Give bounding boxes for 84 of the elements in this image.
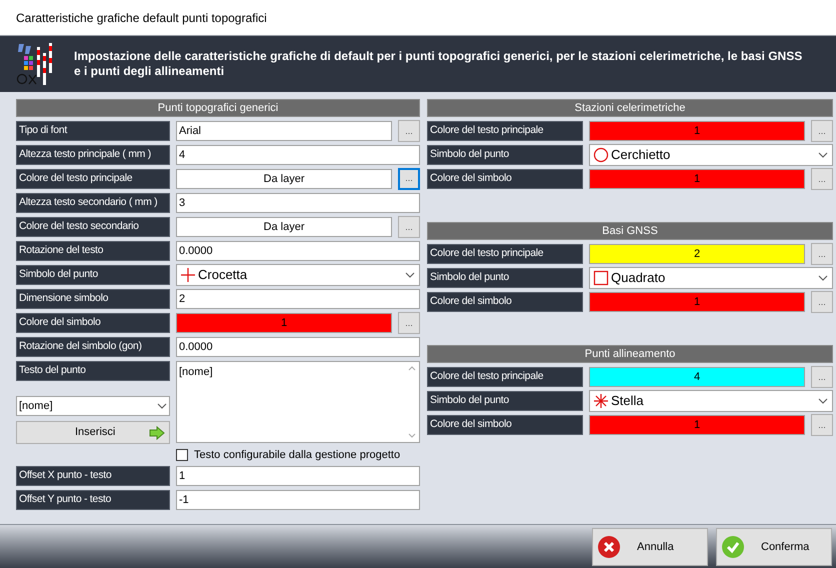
checkbox[interactable] [176, 449, 188, 461]
color-field[interactable]: 1 [589, 169, 805, 189]
browse-button[interactable]: ... [398, 216, 420, 238]
scroll-up-icon[interactable] [408, 366, 416, 371]
symbol-dropdown[interactable]: Stella [589, 390, 833, 412]
field-label: Simbolo del punto [427, 145, 583, 165]
chevron-down-icon [157, 403, 167, 409]
color-field[interactable]: 1 [589, 415, 805, 435]
field-label: Colore del testo principale [427, 244, 583, 264]
input-field[interactable]: 0.0000 [176, 337, 420, 357]
color-field[interactable]: 1 [589, 121, 805, 141]
field-label: Colore del testo secondario [16, 217, 170, 237]
field-label: Simbolo del punto [427, 268, 583, 288]
browse-button[interactable]: ... [398, 168, 420, 190]
field-label: Offset X punto - testo [16, 466, 170, 486]
color-field[interactable]: 2 [589, 244, 805, 264]
insert-button[interactable]: Inserisci [16, 421, 170, 444]
dropdown-value: Quadrato [611, 269, 666, 288]
chevron-down-icon [405, 272, 415, 278]
header-text: Impostazione delle caratteristiche grafiche di default per i punti topografici generici, per le stazioni celerimetriche, le basi GNSS e i punti degli allineamenti [74, 49, 804, 79]
chevron-down-icon [818, 275, 828, 281]
arrow-right-icon [149, 426, 165, 440]
field-label: Testo del punto [16, 361, 170, 381]
field-label: Colore del testo principale [427, 367, 583, 387]
input-field[interactable]: -1 [176, 490, 420, 510]
browse-button[interactable]: ... [398, 120, 420, 142]
dropdown-value: Cerchietto [611, 146, 672, 164]
symbol-dropdown[interactable]: Cerchietto [589, 144, 833, 166]
text-area[interactable]: [nome] [176, 361, 420, 443]
confirm-button[interactable]: Conferma [716, 528, 832, 566]
browse-button[interactable]: ... [811, 291, 833, 313]
field-label: Offset Y punto - testo [16, 490, 170, 510]
checkbox-label: Testo configurabile dalla gestione progetto [194, 448, 400, 463]
window-title: Caratteristiche grafiche default punti topografici [16, 10, 267, 26]
chevron-down-icon [818, 152, 828, 158]
field-label: Altezza testo principale ( mm ) [16, 145, 170, 165]
field-label: Colore del testo principale [16, 169, 170, 189]
browse-button[interactable]: ... [811, 366, 833, 388]
field-label: Simbolo del punto [16, 265, 170, 285]
color-field[interactable]: 1 [589, 292, 805, 312]
input-field[interactable]: 3 [176, 193, 420, 213]
input-field[interactable]: Arial [176, 121, 392, 141]
square-icon [593, 270, 609, 286]
asterisk-icon [593, 393, 609, 409]
input-field[interactable]: 0.0000 [176, 241, 420, 261]
field-label: Rotazione del simbolo (gon) [16, 337, 170, 357]
field-label: Altezza testo secondario ( mm ) [16, 193, 170, 213]
input-field[interactable]: 4 [176, 145, 420, 165]
dropdown-value: Stella [611, 392, 645, 410]
color-field[interactable]: 4 [589, 367, 805, 387]
symbol-dropdown[interactable]: Quadrato [589, 267, 833, 289]
color-field[interactable]: 1 [176, 313, 392, 333]
cross-icon [180, 267, 196, 283]
section-header: Punti allineamento [427, 345, 833, 363]
input-field[interactable]: 2 [176, 289, 420, 309]
field-label: Colore del simbolo [427, 415, 583, 435]
browse-button[interactable]: ... [398, 312, 420, 334]
browse-button[interactable]: ... [811, 168, 833, 190]
field-label: Colore del testo principale [427, 121, 583, 141]
chevron-down-icon [818, 398, 828, 404]
symbol-dropdown[interactable]: Crocetta [176, 264, 420, 286]
field-label: Dimensione simbolo [16, 289, 170, 309]
field-label: Colore del simbolo [427, 292, 583, 312]
field-label: Colore del simbolo [427, 169, 583, 189]
section-header: Stazioni celerimetriche [427, 99, 833, 117]
browse-button[interactable]: ... [811, 414, 833, 436]
browse-button[interactable]: ... [811, 120, 833, 142]
circle-icon [593, 147, 609, 163]
color-field[interactable]: Da layer [176, 217, 392, 237]
close-icon [597, 535, 621, 559]
field-label: Colore del simbolo [16, 313, 170, 333]
input-field[interactable]: 1 [176, 466, 420, 486]
field-label: Simbolo del punto [427, 391, 583, 411]
checkmark-icon [721, 535, 745, 559]
field-label: Tipo di font [16, 121, 170, 141]
dropdown-value: Crocetta [198, 266, 248, 284]
cancel-button[interactable]: Annulla [592, 528, 708, 566]
scroll-down-icon[interactable] [408, 433, 416, 438]
text-dropdown[interactable]: [nome] [16, 396, 170, 416]
field-label: Rotazione del testo [16, 241, 170, 261]
browse-button[interactable]: ... [811, 243, 833, 265]
color-field[interactable]: Da layer [176, 169, 392, 189]
section-header: Punti topografici generici [16, 99, 420, 117]
section-header: Basi GNSS [427, 222, 833, 240]
